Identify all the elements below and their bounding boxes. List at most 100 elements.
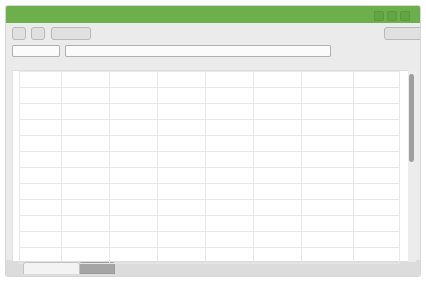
grid-cell[interactable]: [353, 151, 400, 168]
grid-cell[interactable]: [353, 199, 400, 216]
grid-cell[interactable]: [157, 87, 206, 104]
grid-cell[interactable]: [353, 87, 400, 104]
grid-cell[interactable]: [19, 167, 62, 184]
grid-cell[interactable]: [253, 167, 302, 184]
grid-cell[interactable]: [19, 135, 62, 152]
grid-cell[interactable]: [205, 231, 254, 248]
grid-cell[interactable]: [157, 231, 206, 248]
grid-cell[interactable]: [109, 183, 158, 200]
grid-cell[interactable]: [19, 183, 62, 200]
grid-cell[interactable]: [61, 103, 110, 120]
grid-cell[interactable]: [301, 183, 354, 200]
grid-cell[interactable]: [61, 71, 110, 88]
grid-cell[interactable]: [109, 119, 158, 136]
grid-cell[interactable]: [157, 119, 206, 136]
grid-cell[interactable]: [205, 151, 254, 168]
toolbar-button-3[interactable]: [51, 27, 91, 40]
grid-cell[interactable]: [253, 87, 302, 104]
grid-cell[interactable]: [253, 135, 302, 152]
grid-cell[interactable]: [157, 215, 206, 232]
grid-cell[interactable]: [19, 151, 62, 168]
grid-cell[interactable]: [157, 247, 206, 264]
grid-cell[interactable]: [253, 215, 302, 232]
grid-cell[interactable]: [253, 71, 302, 88]
grid-cell[interactable]: [157, 151, 206, 168]
minimize-icon[interactable]: [374, 11, 384, 21]
grid-cell[interactable]: [61, 231, 110, 248]
grid-cell[interactable]: [109, 167, 158, 184]
grid-cell[interactable]: [61, 167, 110, 184]
grid-cell[interactable]: [205, 87, 254, 104]
grid-cell[interactable]: [205, 183, 254, 200]
grid-cell[interactable]: [253, 247, 302, 264]
grid-cell[interactable]: [157, 71, 206, 88]
grid-cell[interactable]: [205, 199, 254, 216]
vertical-scrollbar[interactable]: [408, 70, 416, 262]
grid-cell[interactable]: [353, 231, 400, 248]
grid-cell[interactable]: [205, 71, 254, 88]
grid-cell[interactable]: [205, 135, 254, 152]
grid-cell[interactable]: [109, 231, 158, 248]
grid-cell[interactable]: [353, 135, 400, 152]
grid-cell[interactable]: [301, 231, 354, 248]
formula-input[interactable]: [65, 45, 331, 57]
grid-cell[interactable]: [253, 103, 302, 120]
name-box[interactable]: [12, 45, 60, 57]
grid-cell[interactable]: [109, 103, 158, 120]
grid-cell[interactable]: [19, 71, 62, 88]
grid-cell[interactable]: [301, 215, 354, 232]
grid-cell[interactable]: [301, 119, 354, 136]
grid-cell[interactable]: [157, 183, 206, 200]
grid-cell[interactable]: [353, 167, 400, 184]
grid-cell[interactable]: [353, 215, 400, 232]
grid-cell[interactable]: [109, 135, 158, 152]
grid-cell[interactable]: [353, 247, 400, 264]
grid-cell[interactable]: [61, 87, 110, 104]
title-bar[interactable]: [6, 6, 420, 23]
grid-cell[interactable]: [109, 199, 158, 216]
close-icon[interactable]: [400, 11, 410, 21]
toolbar-button-2[interactable]: [31, 27, 45, 40]
grid-cell[interactable]: [253, 151, 302, 168]
grid-cell[interactable]: [301, 247, 354, 264]
grid-cell[interactable]: [19, 215, 62, 232]
grid-cell[interactable]: [301, 135, 354, 152]
grid-cell[interactable]: [61, 215, 110, 232]
grid-cell[interactable]: [61, 183, 110, 200]
grid-cell[interactable]: [109, 151, 158, 168]
grid-cell[interactable]: [353, 183, 400, 200]
grid-cell[interactable]: [109, 247, 158, 264]
grid-cell[interactable]: [301, 199, 354, 216]
grid-cell[interactable]: [19, 103, 62, 120]
grid-cell[interactable]: [205, 103, 254, 120]
grid-cell[interactable]: [353, 103, 400, 120]
grid-cell[interactable]: [157, 135, 206, 152]
grid-cell[interactable]: [205, 215, 254, 232]
grid-cell[interactable]: [61, 151, 110, 168]
grid-cell[interactable]: [109, 71, 158, 88]
grid-cell[interactable]: [19, 231, 62, 248]
grid-cell[interactable]: [205, 119, 254, 136]
grid-cell[interactable]: [253, 199, 302, 216]
grid-cell[interactable]: [301, 167, 354, 184]
grid-cell[interactable]: [157, 199, 206, 216]
grid-cell[interactable]: [61, 199, 110, 216]
grid-cell[interactable]: [109, 215, 158, 232]
sheet-tab-1[interactable]: [23, 262, 80, 274]
toolbar-right-button[interactable]: [384, 27, 420, 40]
grid-cell[interactable]: [205, 167, 254, 184]
grid-cell[interactable]: [157, 167, 206, 184]
grid-cell[interactable]: [61, 135, 110, 152]
grid-cell[interactable]: [19, 87, 62, 104]
maximize-icon[interactable]: [387, 11, 397, 21]
grid-cell[interactable]: [253, 183, 302, 200]
grid-cell[interactable]: [253, 119, 302, 136]
grid-cell[interactable]: [301, 71, 354, 88]
grid-cell[interactable]: [301, 103, 354, 120]
grid-cell[interactable]: [253, 231, 302, 248]
grid-cell[interactable]: [205, 247, 254, 264]
grid-cell[interactable]: [301, 151, 354, 168]
grid-cell[interactable]: [301, 87, 354, 104]
grid-cell[interactable]: [19, 199, 62, 216]
toolbar-button-1[interactable]: [12, 27, 26, 40]
